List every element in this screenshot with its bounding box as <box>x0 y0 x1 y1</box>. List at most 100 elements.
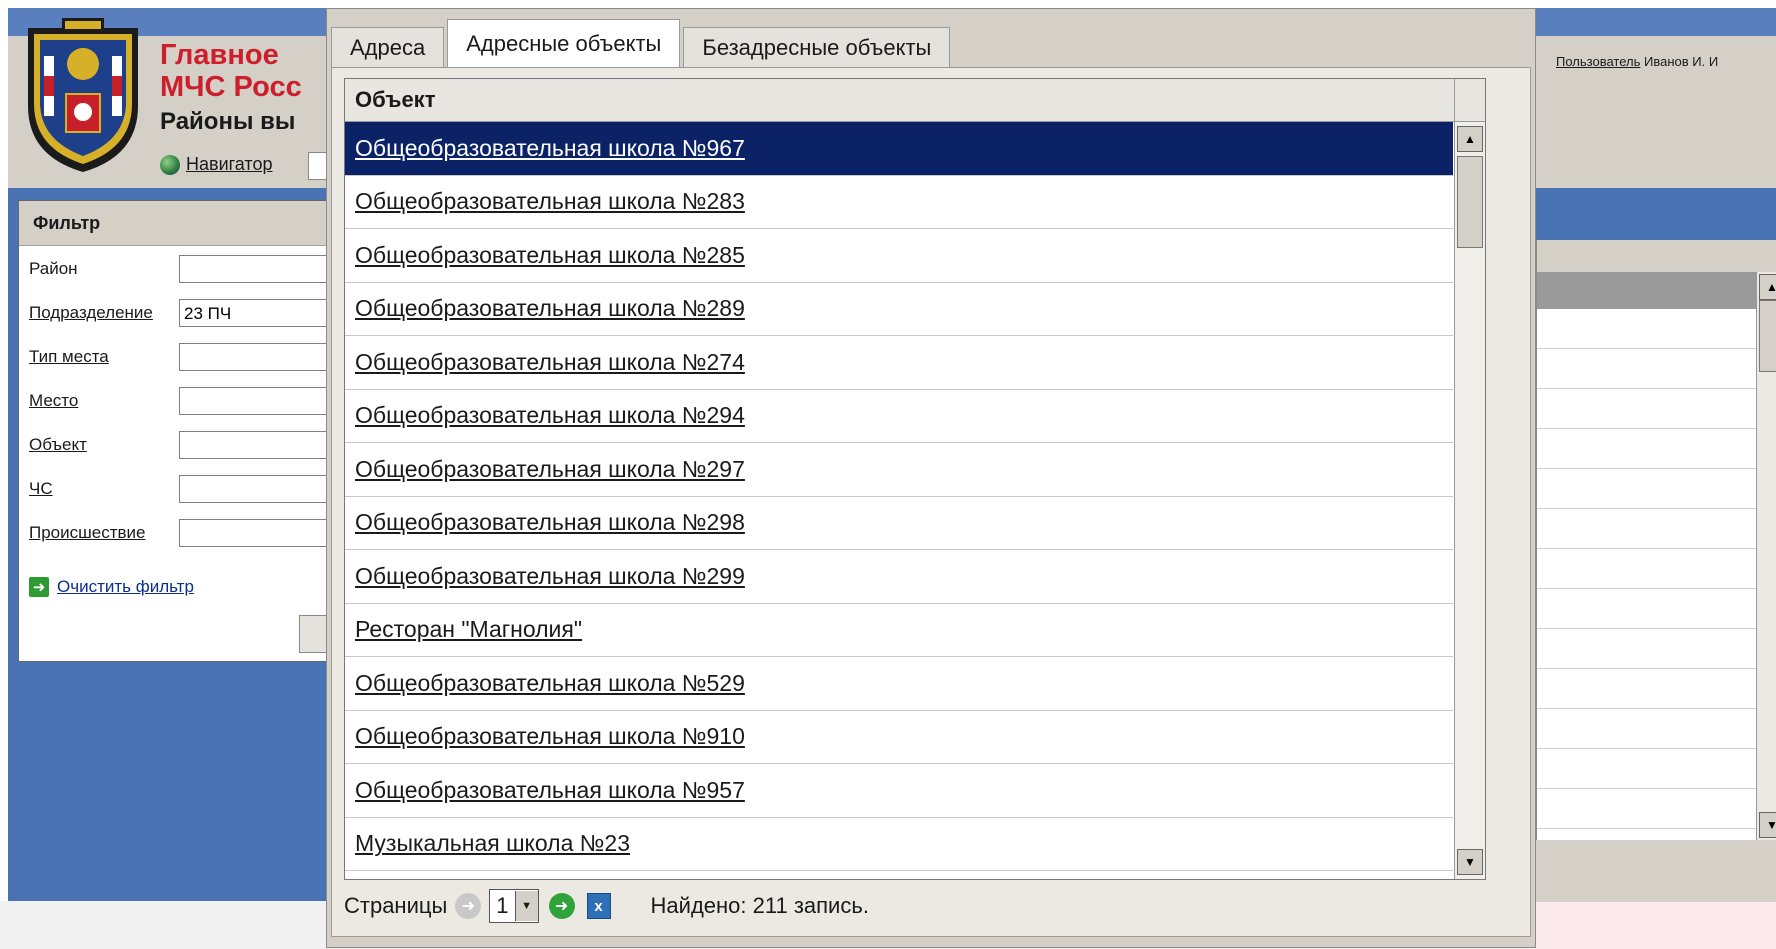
clear-filter-label: Очистить фильтр <box>57 577 194 596</box>
filter-panel: Фильтр Район Подразделение 23 ПЧ Тип мес… <box>18 200 341 662</box>
filter-input-object[interactable] <box>179 431 329 459</box>
brand-subtitle: МЧС Росс <box>160 71 302 103</box>
user-name: Иванов И. И <box>1644 54 1719 69</box>
scroll-up-icon[interactable]: ▲ <box>1759 274 1776 300</box>
table-row[interactable]: Общеобразовательная школа №274 <box>345 336 1453 390</box>
filter-label-emergency[interactable]: ЧС <box>29 479 179 499</box>
clear-filter-link[interactable]: ➜ Очистить фильтр <box>29 577 194 597</box>
filter-input-emergency[interactable] <box>179 475 329 503</box>
filter-label-object[interactable]: Объект <box>29 435 179 455</box>
prev-arrow-icon[interactable]: ➜ <box>455 893 482 919</box>
mchs-emblem-logo <box>28 18 138 172</box>
table-row[interactable]: Общеобразовательная школа №298 <box>345 497 1453 550</box>
table-row[interactable] <box>1537 549 1776 589</box>
row-link[interactable]: Музыкальная школа №23 <box>355 830 630 857</box>
table-row[interactable]: Общеобразовательная школа №299 <box>345 550 1453 604</box>
background-table-header <box>1537 240 1776 273</box>
filter-input-place-type[interactable] <box>179 343 329 371</box>
filter-input-division[interactable]: 23 ПЧ <box>179 299 329 327</box>
table-row[interactable] <box>1537 709 1776 749</box>
excel-icon[interactable]: x <box>586 893 611 919</box>
user-info: Пользователь Иванов И. И <box>1556 54 1718 69</box>
filter-row-object: Объект <box>29 425 329 465</box>
globe-icon <box>160 154 180 175</box>
row-link[interactable]: Общеобразовательная школа №283 <box>355 188 745 215</box>
scroll-up-icon[interactable]: ▲ <box>1457 126 1483 152</box>
row-link[interactable]: Общеобразовательная школа №294 <box>355 402 745 429</box>
table-row[interactable]: Общеобразовательная школа №957 <box>345 764 1453 818</box>
row-link[interactable]: Общеобразовательная школа №529 <box>355 670 745 697</box>
row-link[interactable]: Общеобразовательная школа №298 <box>355 509 745 536</box>
next-arrow-icon[interactable]: ➜ <box>548 893 575 919</box>
table-row[interactable] <box>1537 589 1776 629</box>
table-row[interactable]: Ресторан "Магнолия" <box>345 604 1453 657</box>
table-row[interactable]: Общеобразовательная школа №529 <box>345 657 1453 711</box>
filter-row-division: Подразделение 23 ПЧ <box>29 293 329 333</box>
table-row[interactable] <box>1537 629 1776 669</box>
table-row[interactable]: Общеобразовательная школа №910 <box>345 711 1453 764</box>
filter-label-incident[interactable]: Происшествие <box>29 523 179 543</box>
scroll-down-icon[interactable]: ▼ <box>1457 849 1483 875</box>
table-row[interactable]: Музыкальная школа №23 <box>345 818 1453 871</box>
background-table-selected-row[interactable] <box>1537 273 1776 309</box>
background-table-scrollbar[interactable]: ▲ ▼ <box>1756 272 1776 840</box>
row-link[interactable]: Общеобразовательная школа №289 <box>355 295 745 322</box>
row-link[interactable]: Общеобразовательная школа №967 <box>355 135 745 162</box>
table-row[interactable]: Общеобразовательная школа №283 <box>345 176 1453 229</box>
row-link[interactable]: Общеобразовательная школа №910 <box>355 723 745 750</box>
table-row[interactable] <box>1537 349 1776 389</box>
table-row[interactable] <box>1537 669 1776 709</box>
column-header-object[interactable]: Объект <box>355 87 435 113</box>
filter-input-place[interactable] <box>179 387 329 415</box>
table-row[interactable]: Общеобразовательная школа №294 <box>345 390 1453 443</box>
scroll-down-icon[interactable]: ▼ <box>1759 812 1776 838</box>
page-bottom-accent <box>1536 901 1776 949</box>
table-row[interactable] <box>1537 389 1776 429</box>
row-link[interactable]: Общеобразовательная школа №299 <box>355 563 745 590</box>
grid-scrollbar[interactable]: ▲ ▼ <box>1454 122 1485 879</box>
table-row[interactable] <box>1537 789 1776 829</box>
tab-bar: Адреса Адресные объекты Безадресные объе… <box>331 19 953 68</box>
filter-label-district: Район <box>29 259 78 278</box>
table-row[interactable] <box>1537 469 1776 509</box>
green-arrow-icon: ➜ <box>29 577 49 597</box>
pager: Страницы ➜ 1 ▼ ➜ x Найдено: 211 запись. <box>344 886 869 926</box>
table-row[interactable] <box>1537 429 1776 469</box>
background-table-footer <box>1536 840 1776 902</box>
table-row[interactable]: Общеобразовательная школа №289 <box>345 283 1453 336</box>
filter-row-place-type: Тип места <box>29 337 329 377</box>
filter-label-division[interactable]: Подразделение <box>29 303 179 323</box>
filter-row-emergency: ЧС <box>29 469 329 509</box>
filter-label-place[interactable]: Место <box>29 391 179 411</box>
filter-input-district[interactable] <box>179 255 329 283</box>
row-link[interactable]: Общеобразовательная школа №297 <box>355 456 745 483</box>
scroll-thumb[interactable] <box>1759 300 1776 372</box>
tab-content: Объект Общеобразовательная школа №967 Об… <box>331 67 1531 937</box>
page-select-value: 1 <box>496 893 509 918</box>
table-row[interactable]: Общеобразовательная школа №285 <box>345 229 1453 283</box>
table-row[interactable] <box>1537 509 1776 549</box>
table-row[interactable]: Общеобразовательная школа №297 <box>345 443 1453 497</box>
row-link[interactable]: Общеобразовательная школа №957 <box>355 777 745 804</box>
tab-addresses[interactable]: Адреса <box>331 27 445 68</box>
object-picker-dialog: Адреса Адресные объекты Безадресные объе… <box>326 8 1536 948</box>
objects-grid: Объект Общеобразовательная школа №967 Об… <box>344 78 1486 880</box>
row-link[interactable]: Общеобразовательная школа №274 <box>355 349 745 376</box>
grid-rows: Общеобразовательная школа №967 Общеобраз… <box>345 122 1453 871</box>
user-link[interactable]: Пользователь <box>1556 54 1640 69</box>
tab-non-address-objects[interactable]: Безадресные объекты <box>683 27 951 68</box>
table-row[interactable] <box>1537 309 1776 349</box>
brand-title: Главное <box>160 39 279 71</box>
filter-label-place-type[interactable]: Тип места <box>29 347 179 367</box>
tab-address-objects[interactable]: Адресные объекты <box>447 19 681 68</box>
filter-input-incident[interactable] <box>179 519 329 547</box>
row-link[interactable]: Общеобразовательная школа №285 <box>355 242 745 269</box>
table-row-selected[interactable]: Общеобразовательная школа №967 <box>345 122 1453 176</box>
table-row[interactable] <box>1537 749 1776 789</box>
navigator-link[interactable]: Навигатор <box>160 154 272 175</box>
navigator-link-label: Навигатор <box>186 154 273 174</box>
row-link[interactable]: Ресторан "Магнолия" <box>355 616 582 643</box>
page-select[interactable]: 1 ▼ <box>489 889 539 923</box>
scroll-thumb[interactable] <box>1457 156 1483 248</box>
chevron-down-icon[interactable]: ▼ <box>514 891 538 921</box>
